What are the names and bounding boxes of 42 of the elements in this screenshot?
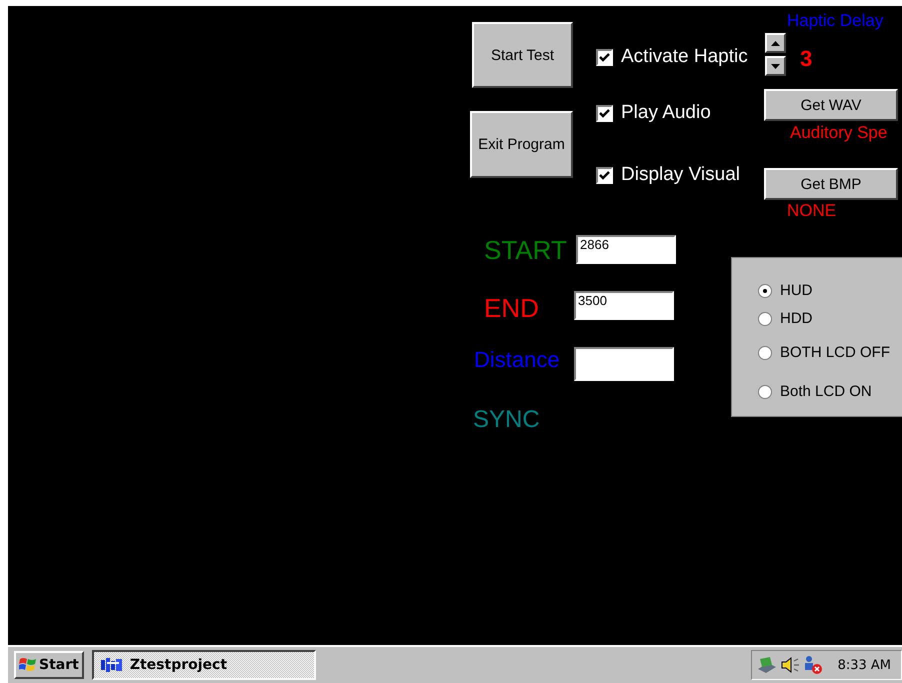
radio-label[interactable]: Both LCD ON xyxy=(780,383,872,400)
input-field[interactable]: 2866 xyxy=(576,235,676,264)
radio-label[interactable]: BOTH LCD OFF xyxy=(780,344,890,361)
radio-label[interactable]: HDD xyxy=(780,310,812,327)
windows-flag-icon xyxy=(19,657,37,673)
spin-up-button[interactable] xyxy=(765,33,786,53)
checkbox[interactable] xyxy=(596,166,613,184)
check-icon xyxy=(599,108,610,118)
field-label: START xyxy=(484,235,567,266)
check-icon xyxy=(599,170,610,180)
input-field[interactable]: 3500 xyxy=(574,291,674,320)
radio-button[interactable] xyxy=(758,312,772,326)
app-icon xyxy=(100,657,124,673)
push-button[interactable]: Exit Program xyxy=(470,111,573,178)
input-field[interactable] xyxy=(574,347,674,381)
field-label: Distance xyxy=(474,347,560,373)
radio-button[interactable] xyxy=(758,384,772,398)
up-arrow-icon xyxy=(771,40,780,46)
taskbar-app-button[interactable]: Ztestproject xyxy=(92,650,316,680)
delay-value: 3 xyxy=(800,46,812,72)
start-button[interactable]: Start xyxy=(14,651,84,679)
image-file-label: NONE xyxy=(787,201,836,221)
checkbox-label[interactable]: Activate Haptic xyxy=(621,46,748,68)
spin-down-button[interactable] xyxy=(765,56,786,76)
get-bmp-button[interactable]: Get BMP xyxy=(764,168,898,200)
delay-label: Haptic Delay xyxy=(787,11,884,31)
checkbox-label[interactable]: Display Visual xyxy=(621,164,740,186)
audio-file-label: Auditory Spe xyxy=(790,123,888,143)
radio-button[interactable] xyxy=(758,346,772,360)
down-arrow-icon xyxy=(771,64,780,68)
sync-label: SYNC xyxy=(473,406,540,434)
clock: 8:33 AM xyxy=(838,658,891,672)
speaker-icon[interactable] xyxy=(780,655,800,675)
push-button[interactable]: Start Test xyxy=(472,22,573,88)
check-icon xyxy=(599,52,610,62)
checkbox[interactable] xyxy=(596,104,613,122)
field-label: END xyxy=(484,293,539,324)
radio-label[interactable]: HUD xyxy=(780,282,812,299)
checkbox-label[interactable]: Play Audio xyxy=(621,102,711,124)
checkbox[interactable] xyxy=(596,48,613,66)
radio-button[interactable] xyxy=(758,284,772,298)
get-wav-button[interactable]: Get WAV xyxy=(764,89,898,121)
